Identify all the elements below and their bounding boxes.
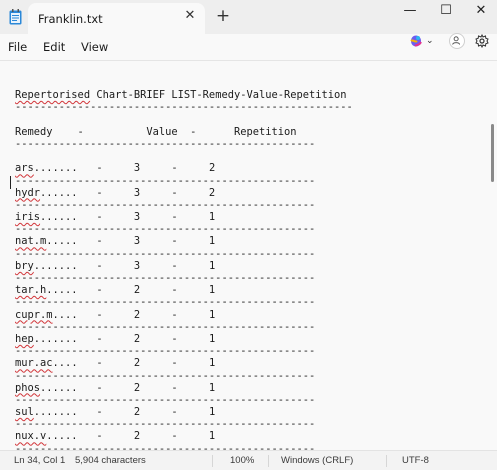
document-line: ----------------------------------------…	[15, 137, 316, 150]
document-line: ----------------------------------------…	[15, 101, 353, 114]
document-line: tar.h..... - 2 - 1	[15, 284, 216, 297]
status-bar: Ln 34, Col 1 5,904 characters 100% Windo…	[0, 450, 497, 470]
zoom-level[interactable]: 100%	[230, 455, 254, 466]
text-caret	[10, 176, 11, 189]
document-line: ----------------------------------------…	[15, 418, 316, 431]
tab-franklin-txt[interactable]: Franklin.txt ✕	[28, 3, 205, 34]
new-tab-plus-icon[interactable]: +	[215, 8, 231, 25]
menu-edit[interactable]: Edit	[43, 40, 65, 54]
document-text[interactable]: Repertorised Chart-BRIEF LIST-Remedy-Val…	[15, 77, 485, 450]
gear-icon[interactable]	[475, 34, 489, 48]
document-line: mur.ac.... - 2 - 1	[15, 357, 216, 370]
menu-view[interactable]: View	[81, 40, 108, 54]
document-line: ----------------------------------------…	[15, 393, 316, 406]
scrollbar-thumb[interactable]	[491, 124, 494, 182]
document-line: ----------------------------------------…	[15, 345, 316, 358]
document-line: phos...... - 2 - 1	[15, 381, 216, 394]
document-line: ----------------------------------------…	[15, 320, 316, 333]
document-line: ----------------------------------------…	[15, 296, 316, 309]
document-line: ----------------------------------------…	[15, 272, 316, 284]
document-line: hep....... - 2 - 1	[15, 332, 216, 345]
chevron-down-icon[interactable]: ⌄	[426, 36, 434, 46]
title-bar: Franklin.txt ✕ + — ☐ ✕	[0, 0, 497, 34]
status-divider	[386, 455, 387, 467]
document-line: Remedy - Value - Repetition	[15, 125, 297, 138]
document-line: hydr...... - 3 - 2	[15, 186, 216, 199]
document-line: iris...... - 3 - 1	[15, 211, 216, 224]
text-editor[interactable]: Repertorised Chart-BRIEF LIST-Remedy-Val…	[0, 60, 497, 450]
copilot-icon[interactable]	[409, 34, 423, 48]
document-line: ----------------------------------------…	[15, 223, 316, 236]
document-line: bry....... - 3 - 1	[15, 259, 216, 272]
encoding[interactable]: UTF-8	[402, 455, 429, 466]
vertical-scrollbar[interactable]	[489, 61, 497, 450]
document-line: sul....... - 2 - 1	[15, 406, 216, 419]
document-line: nat.m..... - 3 - 1	[15, 235, 216, 248]
notepad-app-icon	[9, 9, 22, 25]
menu-file[interactable]: File	[8, 40, 27, 54]
close-window-icon[interactable]: ✕	[462, 0, 497, 30]
document-line: ----------------------------------------…	[15, 247, 316, 260]
close-tab-icon[interactable]: ✕	[183, 9, 197, 23]
tab-title: Franklin.txt	[38, 12, 103, 26]
document-line: ----------------------------------------…	[15, 442, 316, 450]
document-line: cupr.m.... - 2 - 1	[15, 308, 216, 321]
cursor-position: Ln 34, Col 1	[14, 455, 66, 466]
document-line: Repertorised Chart-BRIEF LIST-Remedy-Val…	[15, 89, 347, 102]
document-line: ----------------------------------------…	[15, 369, 316, 382]
character-count: 5,904 characters	[75, 455, 146, 466]
document-line: ----------------------------------------…	[15, 198, 316, 211]
document-line: ars....... - 3 - 2	[15, 162, 216, 175]
maximize-icon[interactable]: ☐	[427, 0, 465, 30]
document-line: nux.v..... - 2 - 1	[15, 430, 216, 443]
document-line: ----------------------------------------…	[15, 174, 316, 187]
minimize-icon[interactable]: —	[391, 0, 429, 30]
account-icon[interactable]	[449, 33, 465, 49]
line-ending[interactable]: Windows (CRLF)	[281, 455, 353, 466]
status-divider	[268, 455, 269, 467]
status-divider	[212, 455, 213, 467]
